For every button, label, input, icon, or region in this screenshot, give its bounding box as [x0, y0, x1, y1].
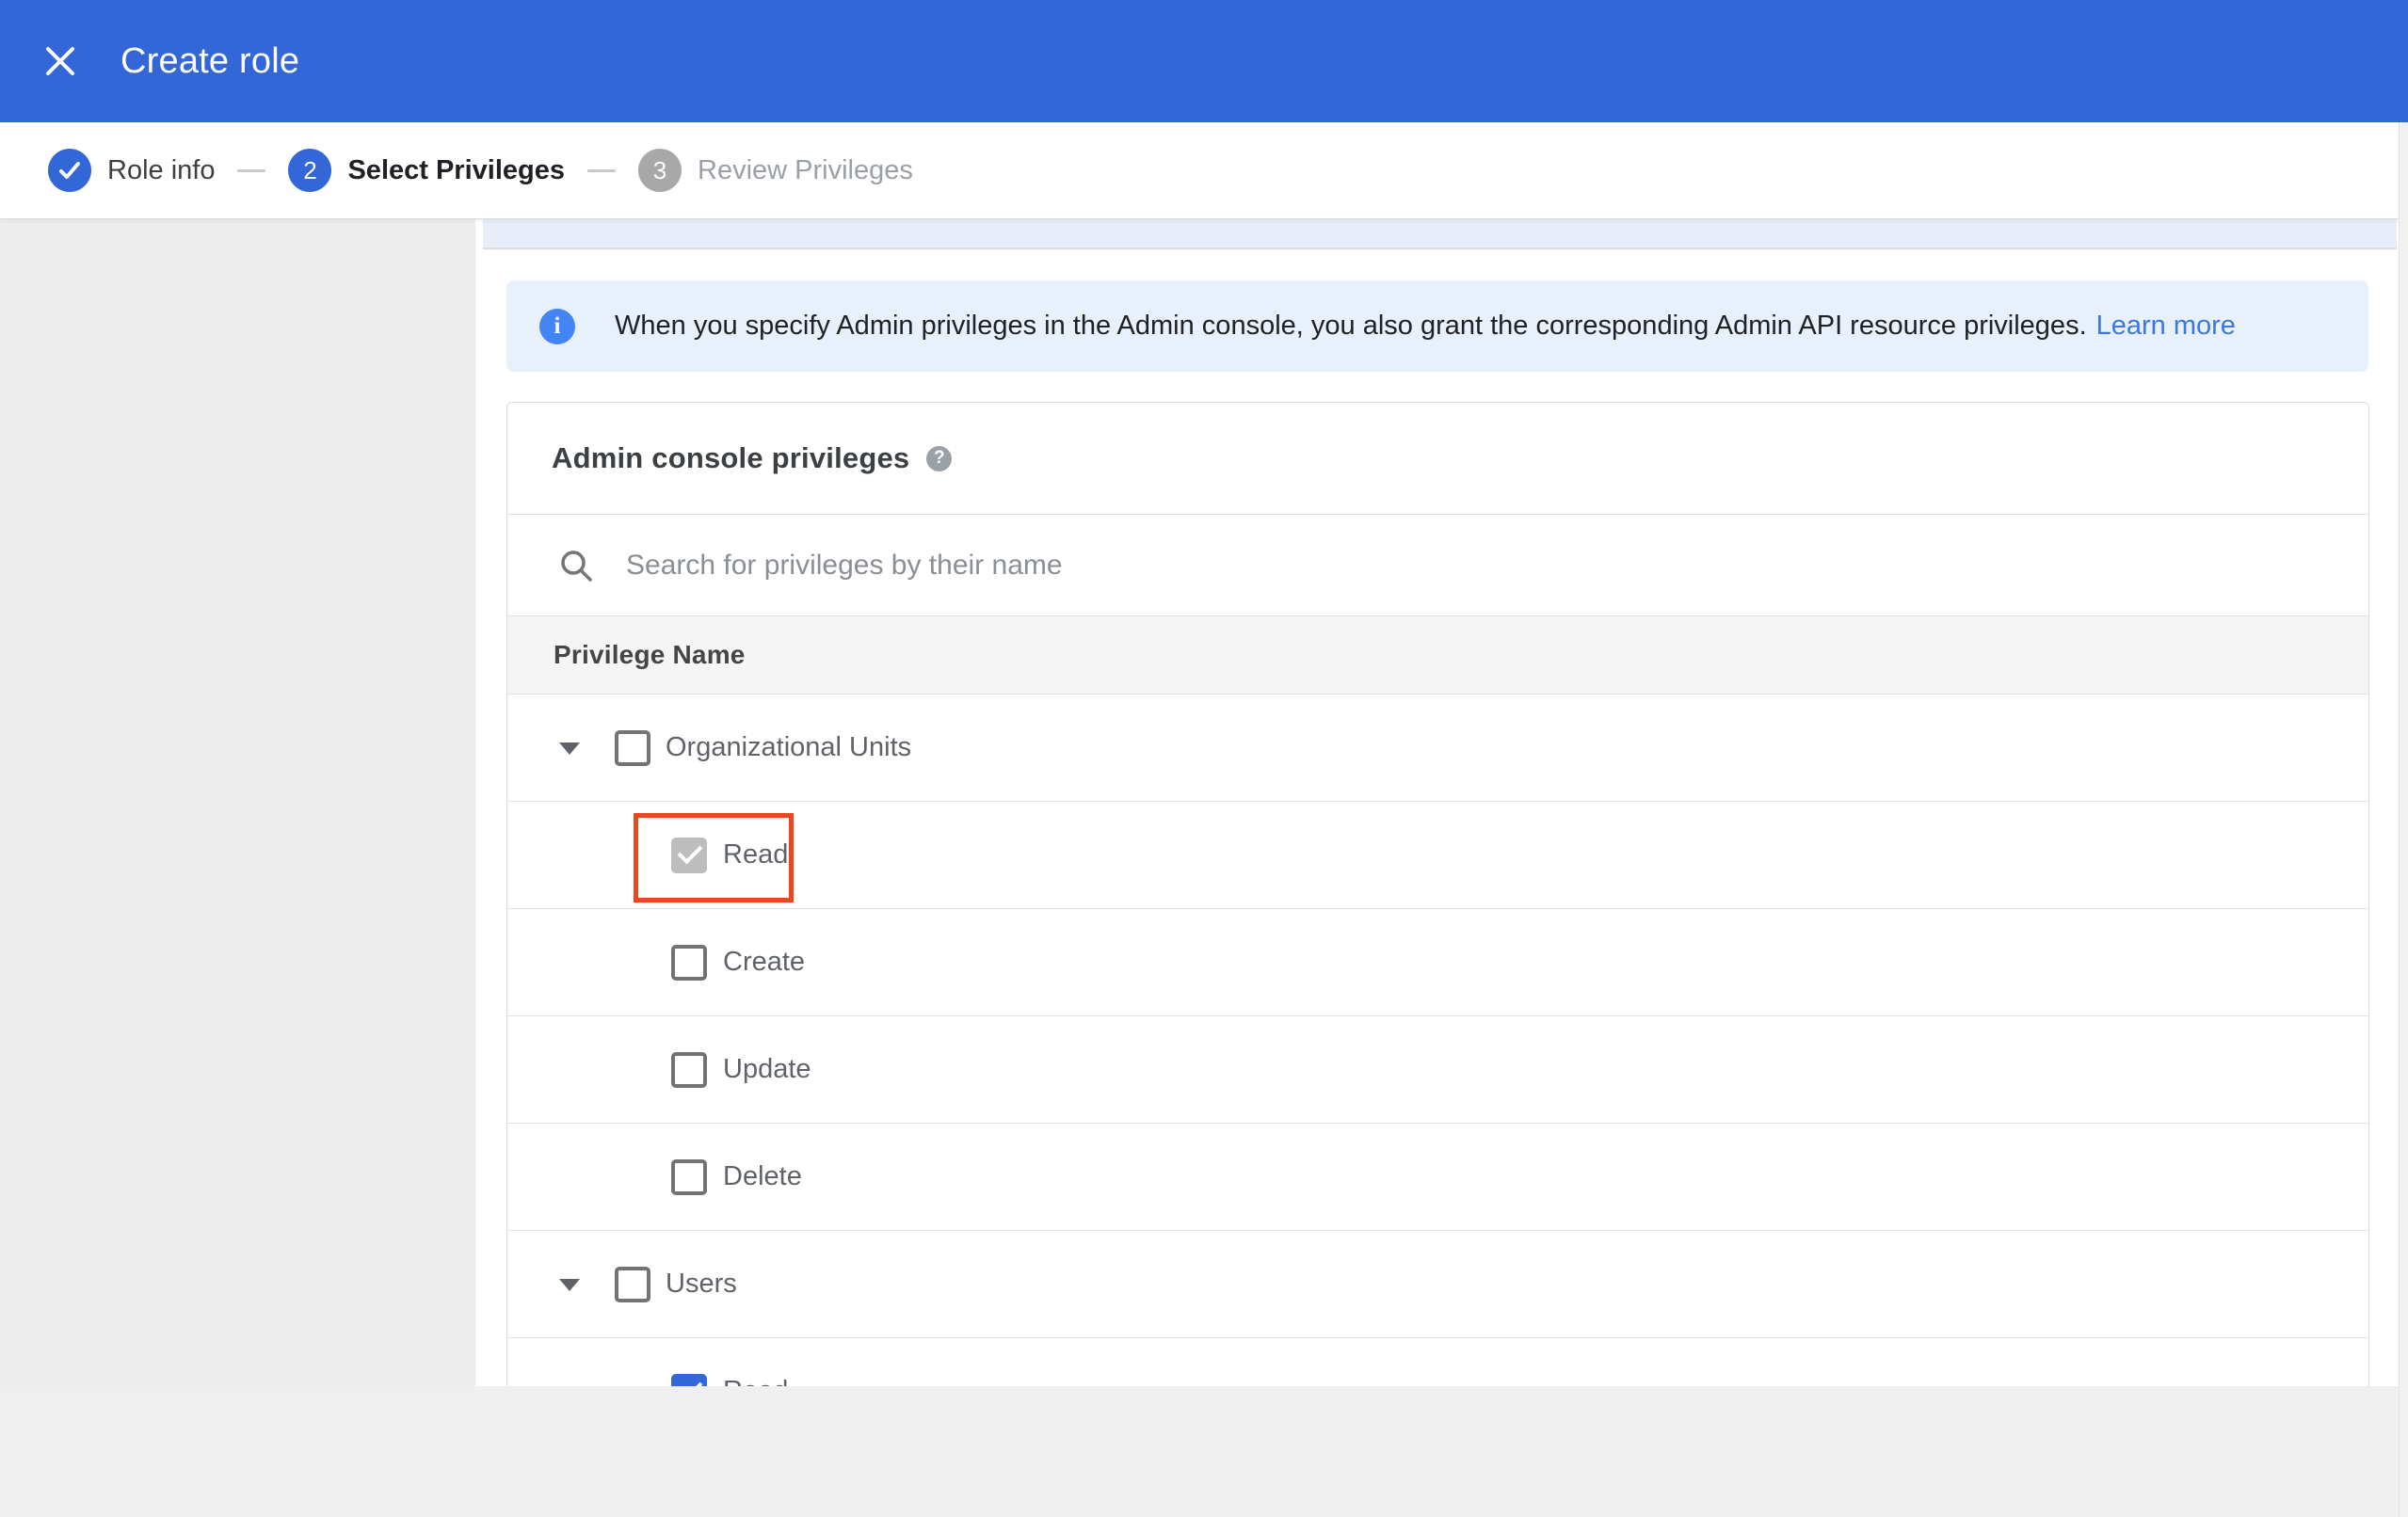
- step-3-label[interactable]: Review Privileges: [698, 155, 913, 186]
- privilege-checkbox[interactable]: [615, 730, 650, 766]
- footer-bar: [0, 1386, 2408, 1517]
- info-banner: i When you specify Admin privileges in t…: [506, 280, 2368, 372]
- privilege-row[interactable]: Update: [507, 1016, 2368, 1124]
- privilege-label: Users: [666, 1269, 737, 1299]
- search-input[interactable]: [624, 548, 2040, 583]
- privilege-checkbox[interactable]: [671, 838, 707, 873]
- appbar: Create role: [0, 0, 2408, 122]
- search-row: [507, 514, 2368, 615]
- step-3-circle[interactable]: 3: [638, 149, 682, 192]
- step-1-circle[interactable]: [48, 149, 91, 192]
- privilege-label: Delete: [723, 1161, 802, 1191]
- check-icon: [59, 162, 80, 179]
- banner-message: When you specify Admin privileges in the…: [615, 311, 2087, 341]
- close-button[interactable]: [38, 39, 83, 84]
- privilege-label: Organizational Units: [666, 732, 912, 762]
- privilege-row[interactable]: Delete: [507, 1124, 2368, 1231]
- main-content: i When you specify Admin privileges in t…: [475, 218, 2408, 1386]
- privilege-row[interactable]: Read: [507, 1338, 2368, 1386]
- step-connector: [587, 168, 616, 172]
- stepper: Role info 2 Select Privileges 3 Review P…: [0, 122, 2408, 219]
- card-header: Admin console privileges ?: [507, 403, 2368, 514]
- privilege-checkbox[interactable]: [671, 1052, 707, 1088]
- info-icon: i: [539, 308, 575, 344]
- vertical-scrollbar[interactable]: [2399, 122, 2408, 1517]
- privilege-label: Update: [723, 1054, 811, 1084]
- step-connector: [237, 168, 266, 172]
- scrolled-header-band: [483, 218, 2397, 249]
- search-icon: [558, 548, 594, 583]
- privilege-label: Create: [723, 947, 806, 977]
- privilege-row[interactable]: Create: [507, 909, 2368, 1016]
- privilege-row[interactable]: Organizational Units: [507, 695, 2368, 802]
- privilege-checkbox[interactable]: [615, 1267, 650, 1302]
- privileges-card: Admin console privileges ? Privilege Nam…: [506, 402, 2369, 1386]
- create-role-dialog: Create role Role info 2 Select Privilege…: [0, 0, 2408, 1517]
- help-icon[interactable]: ?: [926, 445, 953, 471]
- expand-arrow-icon[interactable]: [559, 743, 580, 755]
- learn-more-link[interactable]: Learn more: [2096, 311, 2236, 341]
- privilege-rows: Organizational Units Read Create Update …: [507, 695, 2368, 1386]
- table-header-label: Privilege Name: [554, 640, 746, 669]
- table-header: Privilege Name: [507, 615, 2368, 695]
- privilege-checkbox[interactable]: [671, 945, 707, 981]
- privilege-checkbox[interactable]: [671, 1374, 707, 1386]
- step-1-label[interactable]: Role info: [107, 155, 215, 186]
- banner-text: When you specify Admin privileges in the…: [615, 311, 2236, 342]
- privilege-row[interactable]: Users: [507, 1231, 2368, 1338]
- expand-arrow-icon[interactable]: [559, 1279, 580, 1291]
- dialog-title: Create role: [120, 40, 300, 81]
- privilege-checkbox[interactable]: [671, 1159, 707, 1195]
- card-title: Admin console privileges: [552, 441, 910, 474]
- step-2-circle[interactable]: 2: [288, 149, 332, 192]
- privilege-label: Read: [723, 839, 789, 870]
- privilege-row[interactable]: Read: [507, 802, 2368, 909]
- left-rail: [0, 218, 475, 1386]
- privilege-label: Read: [723, 1376, 788, 1386]
- close-icon: [46, 47, 74, 75]
- step-2-label[interactable]: Select Privileges: [347, 155, 565, 186]
